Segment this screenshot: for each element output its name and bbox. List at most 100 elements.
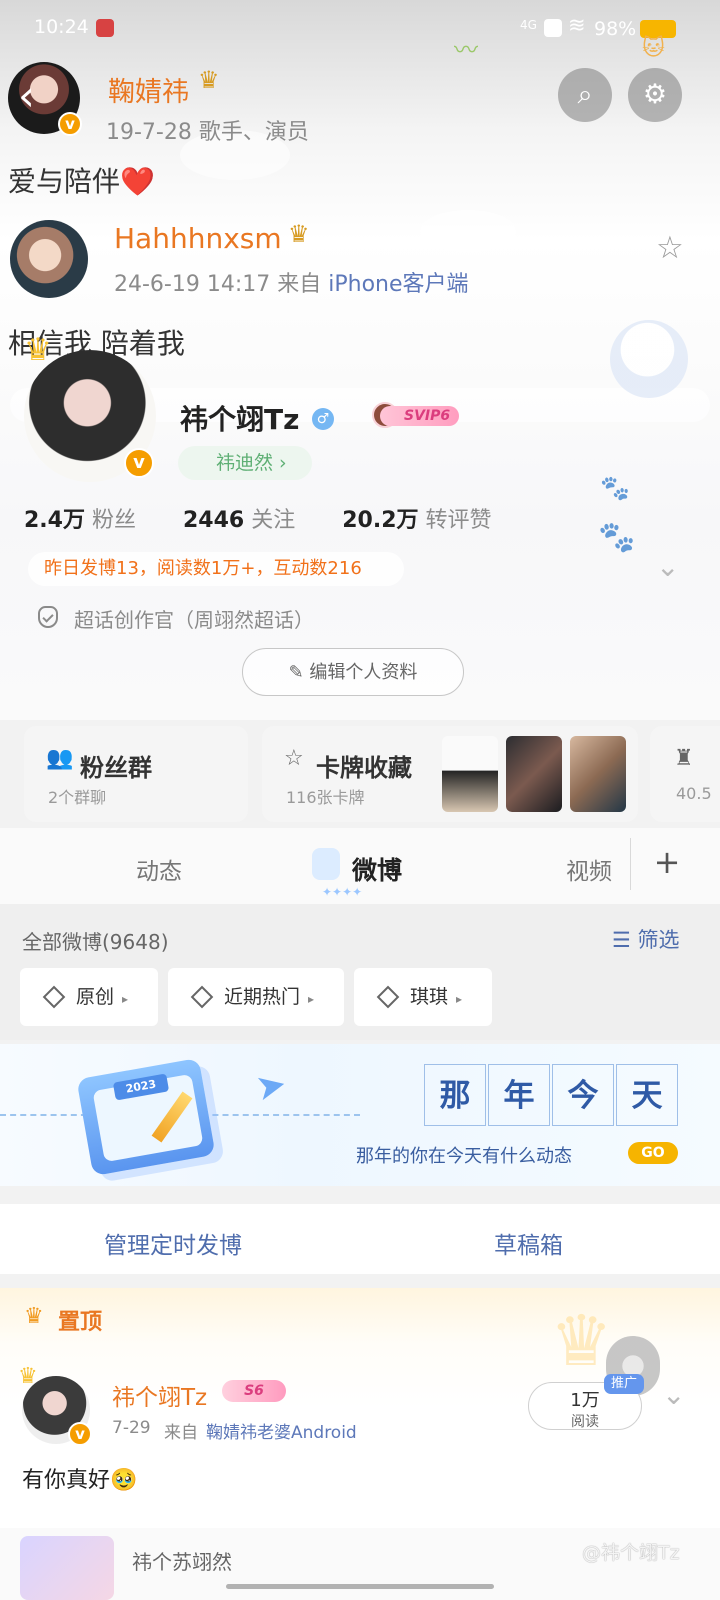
daily-stat-notice[interactable]: 昨日发博13，阅读数1万+，互动数216 — [28, 552, 404, 586]
card-icon: ☆ — [284, 746, 304, 771]
home-indicator — [226, 1584, 494, 1589]
badge-icon: ♜ — [674, 746, 694, 771]
qiqi-filter-label: 琪琪 — [410, 986, 449, 1008]
post-author-name[interactable]: Hahhhnxsm — [114, 222, 282, 255]
chevron-down-icon[interactable]: ⌄ — [656, 550, 679, 583]
pinned-label: 置顶 — [58, 1310, 103, 1335]
post-content: 爱与陪伴❤️ — [8, 165, 155, 198]
svip-level-badge[interactable]: S6 — [222, 1380, 286, 1402]
crown-icon: ♛ — [24, 1304, 44, 1329]
post-meta: 19-7-28 歌手、演员 — [106, 120, 309, 145]
recent-hot-filter-label: 近期热门 — [224, 986, 301, 1008]
preview-title: 祎个苏翊然 — [132, 1550, 232, 1574]
likes-label: 转评赞 — [425, 508, 492, 533]
bear-sticker-decoration — [610, 320, 688, 398]
star-decoration-icon: ✦✦✦✦ — [322, 885, 363, 899]
fans-group-subtitle: 2个群聊 — [48, 788, 107, 807]
svip-badge[interactable]: SVIP6 — [380, 406, 460, 426]
likes-stat[interactable]: 20.2万 转评赞 — [342, 508, 511, 533]
qiqi-filter-chip[interactable]: 琪琪 ▸ — [354, 968, 492, 1026]
vine-decoration: 〰︎ — [454, 36, 478, 64]
go-button[interactable]: GO — [628, 1142, 678, 1164]
star-icon[interactable]: ☆ — [656, 230, 684, 266]
promotion-tag: 推广 — [604, 1374, 644, 1394]
card-thumbnail[interactable] — [506, 736, 562, 812]
fan-name-label: 祎迪然 — [216, 452, 274, 474]
back-arrow-icon[interactable]: ‹ — [18, 70, 52, 122]
edit-profile-button[interactable]: ✎ 编辑个人资料 — [242, 648, 464, 696]
following-label: 关注 — [251, 508, 296, 533]
pinned-post-content: 有你真好🥹 — [22, 1468, 138, 1493]
card-thumbnail[interactable] — [570, 736, 626, 812]
cat-sticker-icon: 🐱 — [642, 36, 665, 61]
read-label: 阅读 — [571, 1414, 599, 1430]
scheduled-posts-button[interactable]: 管理定时发博 — [104, 1226, 242, 1260]
memory-title-char: 天 — [616, 1064, 678, 1126]
group-icon: 👥 — [46, 746, 74, 771]
filter-label: 筛选 — [637, 928, 680, 952]
verified-v-icon: v — [68, 1422, 92, 1446]
shield-check-icon — [38, 606, 58, 628]
gear-icon[interactable]: ⚙ — [628, 68, 682, 122]
post-source[interactable]: 鞠婧祎老婆Android — [206, 1418, 357, 1443]
third-card-subtitle: 40.5 — [676, 784, 712, 803]
fans-stat[interactable]: 2.4万 粉丝 — [24, 508, 156, 533]
post-author-name[interactable]: 祎个翊Tz — [112, 1378, 207, 1412]
cupcake-icon — [312, 848, 340, 880]
avatar[interactable] — [10, 220, 88, 298]
likes-count: 20.2万 — [342, 508, 419, 533]
caret-right-icon: ▸ — [456, 992, 463, 1006]
memory-title-char: 年 — [488, 1064, 550, 1126]
preview-thumbnail[interactable] — [20, 1536, 114, 1600]
soft-cloud-decoration — [420, 210, 516, 252]
profile-stats: 2.4万 粉丝 2446 关注 20.2万 转评赞 — [24, 502, 532, 534]
tab-video[interactable]: 视频 — [566, 852, 612, 886]
post-date-prefix: 24-6-19 14:17 来自 — [114, 272, 329, 297]
crown-icon: ♛ — [24, 332, 52, 368]
app-notification-icon — [96, 19, 114, 37]
paw-decoration: 🐾 — [598, 520, 636, 555]
fans-group-title: 粉丝群 — [80, 754, 152, 782]
paw-decoration: 🐾 — [600, 474, 630, 502]
edit-profile-label: 编辑个人资料 — [309, 662, 418, 683]
memory-title-char: 那 — [424, 1064, 486, 1126]
drafts-button[interactable]: 草稿箱 — [494, 1226, 563, 1260]
post-from-label: 来自 — [164, 1423, 198, 1443]
fan-name-pill[interactable]: 祎迪然 › — [178, 446, 312, 480]
tab-dynamic[interactable]: 动态 — [136, 852, 182, 886]
verified-v-icon: v — [58, 112, 82, 136]
weibo-watermark: @祎个翊Tz — [582, 1542, 680, 1564]
profile-name[interactable]: 祎个翊Tz — [180, 398, 299, 438]
caret-right-icon: ▸ — [122, 992, 129, 1006]
crown-icon: ♛ — [198, 66, 220, 94]
tab-divider — [630, 838, 631, 890]
following-stat[interactable]: 2446 关注 — [183, 508, 315, 533]
tab-weibo[interactable]: 微博 — [352, 851, 402, 887]
pinned-post-date: 7-29 — [112, 1418, 151, 1438]
card-thumbnail[interactable] — [442, 736, 498, 812]
add-tab-button[interactable]: + — [650, 845, 684, 881]
super-topic-creator[interactable]: 超话创作官（周翊然超话） — [74, 604, 314, 633]
memory-subtitle: 那年的你在今天有什么动态 — [356, 1146, 572, 1167]
search-icon[interactable]: ⌕ — [558, 68, 612, 122]
original-filter-label: 原创 — [76, 986, 115, 1008]
card-collection-subtitle: 116张卡牌 — [286, 788, 365, 807]
original-filter-chip[interactable]: 原创 ▸ — [20, 968, 158, 1026]
post-author-name[interactable]: 鞠婧祎 — [108, 70, 189, 109]
male-gender-icon: ♂ — [312, 408, 334, 430]
caret-right-icon: ▸ — [308, 992, 315, 1006]
card-collection-title: 卡牌收藏 — [316, 754, 412, 782]
verified-v-icon: v — [124, 448, 154, 478]
fans-label: 粉丝 — [91, 508, 136, 533]
filter-button[interactable]: ☰ 筛选 — [612, 924, 680, 954]
all-weibo-count: 全部微博(9648) — [22, 930, 169, 954]
post-meta: 24-6-19 14:17 来自 iPhone客户端 — [114, 266, 469, 298]
third-card[interactable] — [650, 726, 720, 822]
chevron-down-icon[interactable]: ⌄ — [662, 1378, 685, 1411]
status-time: 10:24 — [34, 16, 89, 38]
fans-count: 2.4万 — [24, 508, 85, 533]
post-source[interactable]: iPhone客户端 — [328, 272, 468, 297]
crown-icon: ♛ — [288, 220, 310, 248]
following-count: 2446 — [183, 508, 245, 533]
crown-icon: ♛ — [18, 1364, 38, 1389]
